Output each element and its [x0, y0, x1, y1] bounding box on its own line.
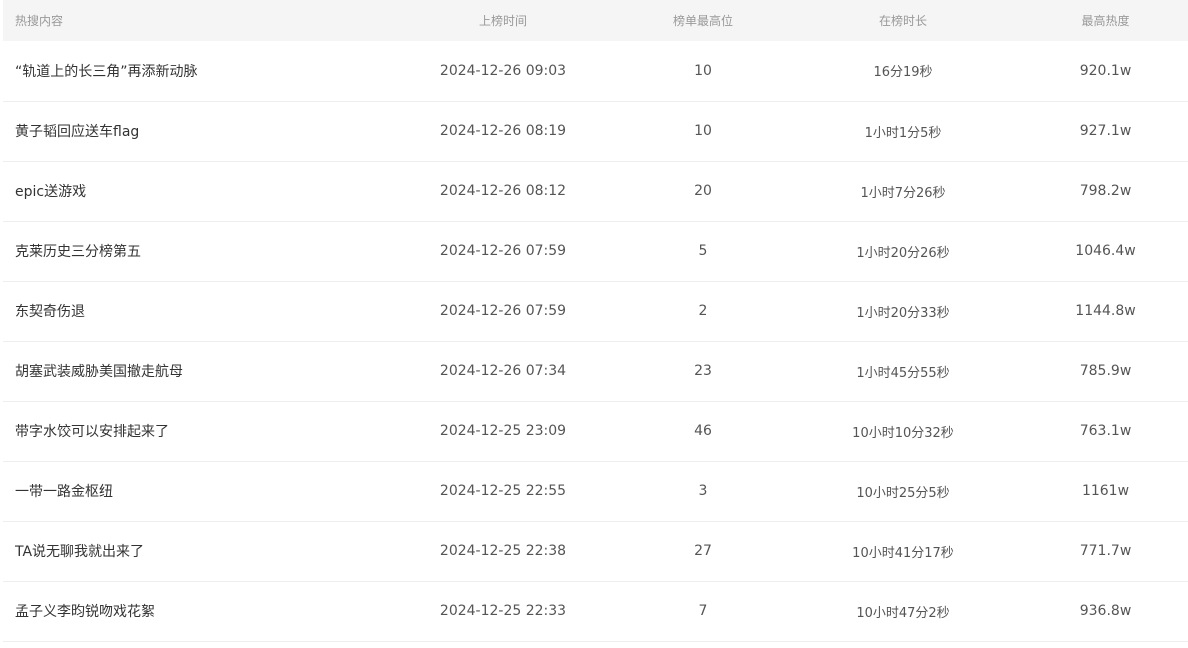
row-title[interactable]: epic送游戏 [3, 161, 383, 221]
row-max-heat: 771.7w [1079, 543, 1132, 559]
row-time: 2024-12-26 08:12 [439, 183, 567, 199]
column-header-time: 上榜时间 [478, 14, 527, 28]
row-top-rank: 20 [694, 183, 712, 199]
row-title[interactable]: 东契奇伤退 [3, 281, 383, 341]
row-max-heat: 785.9w [1079, 363, 1132, 379]
row-top-rank: 2 [698, 303, 708, 319]
header-row: 热搜内容 上榜时间 榜单最高位 在榜时长 最高热度 [3, 0, 1188, 41]
table-row[interactable]: 一带一路金枢纽 2024-12-25 22:55 3 10小时25分5秒 1161w [3, 461, 1188, 521]
row-time: 2024-12-26 07:59 [439, 303, 567, 319]
table-row[interactable]: 东契奇伤退 2024-12-26 07:59 2 1小时20分33秒 1144.8w [3, 281, 1188, 341]
row-max-heat: 1046.4w [1075, 243, 1136, 259]
row-duration: 1小时7分26秒 [860, 185, 946, 201]
row-time: 2024-12-25 22:55 [439, 483, 567, 499]
table-row[interactable]: TA说无聊我就出来了 2024-12-25 22:38 27 10小时41分17秒 77… [3, 521, 1188, 581]
row-time: 2024-12-26 07:59 [439, 243, 567, 259]
column-header-duration: 在榜时长 [878, 14, 927, 28]
row-max-heat: 920.1w [1079, 62, 1132, 79]
row-top-rank: 7 [698, 603, 708, 619]
row-time: 2024-12-26 07:34 [439, 363, 567, 379]
row-duration: 1小时20分26秒 [856, 245, 950, 261]
row-top-rank: 3 [698, 483, 708, 499]
row-time: 2024-12-25 22:38 [439, 543, 567, 559]
table-row[interactable]: “轨道上的长三角”再添新动脉 2024-12-26 09:03 10 16分19秒 92… [3, 41, 1188, 101]
row-duration: 1小时20分33秒 [856, 305, 950, 321]
row-duration: 10小时47分2秒 [856, 605, 950, 621]
row-title[interactable]: 克莱历史三分榜第五 [3, 221, 383, 281]
row-title[interactable]: 胡塞武装威胁美国撤走航母 [3, 341, 383, 401]
row-title[interactable]: 孟子义李昀锐吻戏花絮 [3, 581, 383, 641]
column-header-top-rank: 榜单最高位 [672, 14, 733, 28]
row-duration: 16分19秒 [873, 65, 933, 81]
row-top-rank: 10 [694, 123, 712, 139]
row-title[interactable]: 黄子韬回应送车flag [3, 101, 383, 161]
hot-search-table: 热搜内容 上榜时间 榜单最高位 在榜时长 最高热度 “轨道上的长三角”再添新动脉… [3, 0, 1188, 642]
row-max-heat: 927.1w [1079, 123, 1132, 139]
row-time: 2024-12-26 09:03 [439, 62, 567, 79]
row-max-heat: 798.2w [1079, 183, 1132, 199]
table-body: “轨道上的长三角”再添新动脉 2024-12-26 09:03 10 16分19秒 92… [3, 41, 1188, 641]
table-row[interactable]: 黄子韬回应送车flag 2024-12-26 08:19 10 1小时1分5秒 927.… [3, 101, 1188, 161]
column-header-content: 热搜内容 [15, 14, 64, 28]
row-time: 2024-12-25 23:09 [439, 423, 567, 439]
hot-search-table-container: 热搜内容 上榜时间 榜单最高位 在榜时长 最高热度 “轨道上的长三角”再添新动脉… [3, 0, 1188, 642]
table-row[interactable]: 孟子义李昀锐吻戏花絮 2024-12-25 22:33 7 10小时47分2秒 936.… [3, 581, 1188, 641]
table-row[interactable]: 带字水饺可以安排起来了 2024-12-25 23:09 46 10小时10分32秒 7… [3, 401, 1188, 461]
row-time: 2024-12-25 22:33 [439, 603, 567, 619]
row-top-rank: 27 [694, 543, 712, 559]
table-row[interactable]: 胡塞武装威胁美国撤走航母 2024-12-26 07:34 23 1小时45分55秒 7… [3, 341, 1188, 401]
row-title[interactable]: 带字水饺可以安排起来了 [3, 401, 383, 461]
row-top-rank: 46 [694, 423, 712, 439]
row-top-rank: 23 [694, 363, 712, 379]
row-title[interactable]: TA说无聊我就出来了 [3, 521, 383, 581]
row-max-heat: 763.1w [1079, 423, 1132, 439]
row-max-heat: 1144.8w [1075, 303, 1136, 319]
row-max-heat: 1161w [1081, 483, 1130, 499]
row-title[interactable]: 一带一路金枢纽 [3, 461, 383, 521]
table-header: 热搜内容 上榜时间 榜单最高位 在榜时长 最高热度 [3, 0, 1188, 41]
row-duration: 10小时25分5秒 [856, 485, 950, 501]
row-duration: 10小时10分32秒 [852, 425, 954, 441]
row-max-heat: 936.8w [1079, 603, 1132, 619]
row-duration: 1小时1分5秒 [864, 125, 942, 141]
row-duration: 10小时41分17秒 [852, 545, 954, 561]
table-row[interactable]: epic送游戏 2024-12-26 08:12 20 1小时7分26秒 798.2w [3, 161, 1188, 221]
row-top-rank: 10 [694, 62, 712, 79]
row-duration: 1小时45分55秒 [856, 365, 950, 381]
table-row[interactable]: 克莱历史三分榜第五 2024-12-26 07:59 5 1小时20分26秒 1046.… [3, 221, 1188, 281]
row-title[interactable]: “轨道上的长三角”再添新动脉 [3, 41, 383, 101]
row-top-rank: 5 [698, 243, 708, 259]
column-header-max-heat: 最高热度 [1081, 14, 1130, 28]
row-time: 2024-12-26 08:19 [439, 123, 567, 139]
